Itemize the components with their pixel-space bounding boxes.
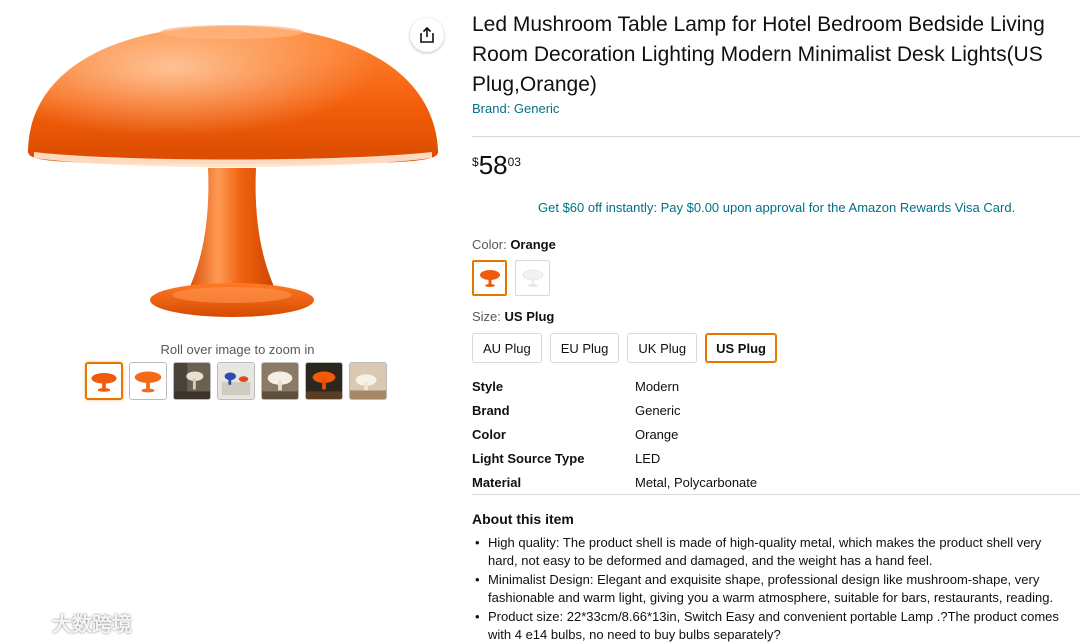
price-whole: 58: [478, 150, 508, 180]
bullet-item: Product size: 22*33cm/8.66*13in, Switch …: [472, 608, 1072, 644]
spec-row: Light Source Type LED: [472, 446, 1072, 470]
spec-key: Style: [472, 378, 504, 394]
orange-lamp-icon: [479, 270, 500, 287]
spec-value: Generic: [635, 402, 681, 418]
color-swatches: [472, 260, 550, 296]
main-product-image[interactable]: [20, 12, 445, 330]
thumbnail-5[interactable]: [261, 362, 299, 400]
price-fraction: 03: [507, 155, 521, 169]
size-option-eu-plug[interactable]: EU Plug: [549, 333, 620, 363]
size-options: AU Plug EU Plug UK Plug US Plug: [472, 333, 777, 363]
divider: [472, 136, 1080, 137]
rewards-card-promo[interactable]: Get $60 off instantly: Pay $0.00 upon ap…: [538, 200, 1015, 215]
size-variation-label: Size: US Plug: [472, 309, 555, 324]
thumbnail-4[interactable]: [217, 362, 255, 400]
selected-color: Orange: [510, 237, 556, 252]
thumbnail-3[interactable]: [173, 362, 211, 400]
thumbnail-strip: [85, 362, 387, 400]
product-title: Led Mushroom Table Lamp for Hotel Bedroo…: [472, 13, 1045, 96]
watermark-text: 大数跨境: [52, 614, 132, 636]
about-bullets: High quality: The product shell is made …: [472, 534, 1072, 644]
bullet-item: Minimalist Design: Elegant and exquisite…: [472, 571, 1072, 607]
spec-value: Modern: [635, 378, 680, 394]
thumbnail-1[interactable]: [85, 362, 123, 400]
spec-value: LED: [635, 450, 661, 466]
spec-row: Style Modern: [472, 374, 1072, 398]
share-button[interactable]: [410, 18, 444, 52]
swatch-orange[interactable]: [472, 260, 507, 296]
spec-row: Brand Generic: [472, 398, 1072, 422]
zoom-hint: Roll over image to zoom in: [160, 342, 315, 357]
watermark-logo-icon: [9, 611, 41, 631]
spec-row: Material Metal, Polycarbonate: [472, 470, 1072, 494]
thumbnail-7[interactable]: [349, 362, 387, 400]
size-option-us-plug[interactable]: US Plug: [705, 333, 777, 363]
spec-key: Material: [472, 474, 522, 490]
color-variation-label: Color: Orange: [472, 237, 556, 252]
spec-key: Brand: [472, 402, 510, 418]
product-specs-table: Style Modern Brand Generic Color Orange …: [472, 374, 1072, 494]
thumbnail-6[interactable]: [305, 362, 343, 400]
spec-row: Color Orange: [472, 422, 1072, 446]
swatch-white[interactable]: [515, 260, 550, 296]
size-option-uk-plug[interactable]: UK Plug: [627, 333, 698, 363]
selected-size: US Plug: [504, 309, 555, 324]
brand-link[interactable]: Brand: Generic: [472, 101, 559, 116]
spec-value: Orange: [635, 426, 679, 442]
about-this-item-heading: About this item: [472, 511, 574, 527]
thumbnail-2[interactable]: [129, 362, 167, 400]
mushroom-lamp-image: [27, 25, 439, 317]
divider: [472, 494, 1080, 495]
white-lamp-icon: [522, 269, 543, 287]
watermark: 大数跨境: [8, 608, 132, 637]
size-option-au-plug[interactable]: AU Plug: [472, 333, 542, 363]
share-icon: [420, 26, 434, 43]
price-symbol: $: [472, 155, 479, 169]
spec-value: Metal, Polycarbonate: [635, 474, 758, 490]
image-gallery: Roll over image to zoom in: [0, 0, 465, 644]
price: $ 58 03: [472, 150, 521, 180]
bullet-item: High quality: The product shell is made …: [472, 534, 1072, 570]
spec-key: Light Source Type: [472, 450, 585, 466]
spec-key: Color: [472, 426, 506, 442]
